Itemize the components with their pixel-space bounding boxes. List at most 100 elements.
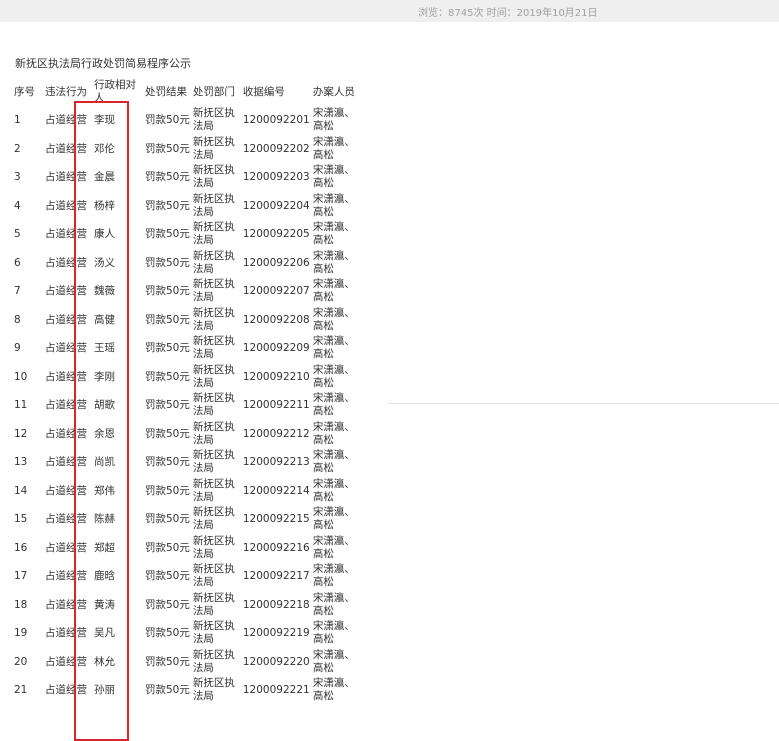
row-receipt: 1200092217 — [242, 570, 310, 582]
row-index: 13 — [14, 456, 28, 468]
row-receipt: 1200092205 — [242, 228, 310, 240]
row-department: 新抚区执法局 — [192, 107, 235, 132]
row-department: 新抚区执法局 — [192, 420, 235, 446]
row-officers: 宋潇瀛、高松 — [312, 278, 355, 303]
row-receipt: 1200092207 — [242, 285, 310, 297]
row-officers: 宋潇瀛、高松 — [312, 192, 355, 218]
row-officers: 宋潇瀛、高松 — [312, 506, 355, 531]
row-officers: 宋潇瀛、高松 — [312, 563, 355, 588]
table-row: 19 占道经营 吴凡 罚款50元 新抚区执法局 1200092219 宋潇瀛、高松 — [11, 620, 362, 649]
row-department: 新抚区执法局 — [192, 534, 235, 560]
row-receipt: 1200092212 — [242, 427, 310, 440]
row-result: 罚款50元 — [145, 513, 190, 525]
row-officers: 宋潇瀛、高松 — [312, 677, 355, 702]
table-row: 10 占道经营 李刚 罚款50元 新抚区执法局 1200092210 宋潇瀛、高松 — [11, 364, 362, 393]
row-result: 罚款50元 — [145, 285, 190, 297]
row-index: 21 — [14, 684, 28, 696]
row-result: 罚款50元 — [145, 456, 190, 468]
table-row: 14 占道经营 郑伟 罚款50元 新抚区执法局 1200092214 宋潇瀛、高松 — [11, 478, 362, 507]
row-result: 罚款50元 — [145, 142, 190, 155]
row-department: 新抚区执法局 — [192, 306, 235, 332]
table-row: 21 占道经营 孙丽 罚款50元 新抚区执法局 1200092221 宋潇瀛、高松 — [11, 677, 362, 706]
row-index: 19 — [14, 627, 28, 639]
row-department: 新抚区执法局 — [192, 249, 235, 275]
row-receipt: 1200092204 — [242, 199, 310, 212]
row-result: 罚款50元 — [145, 484, 190, 497]
row-index: 18 — [14, 598, 28, 611]
row-department: 新抚区执法局 — [192, 620, 235, 645]
row-index: 12 — [14, 427, 28, 440]
row-officers: 宋潇瀛、高松 — [312, 249, 355, 275]
row-officers: 宋潇瀛、高松 — [312, 449, 355, 474]
row-result: 罚款50元 — [145, 313, 190, 326]
row-department: 新抚区执法局 — [192, 164, 235, 189]
table-row: 7 占道经营 魏薇 罚款50元 新抚区执法局 1200092207 宋潇瀛、高松 — [11, 278, 362, 307]
row-officers: 宋潇瀛、高松 — [312, 306, 355, 332]
row-department: 新抚区执法局 — [192, 363, 235, 389]
table-row: 20 占道经营 林允 罚款50元 新抚区执法局 1200092220 宋潇瀛、高松 — [11, 649, 362, 678]
table-row: 2 占道经营 邓伦 罚款50元 新抚区执法局 1200092202 宋潇瀛、高松 — [11, 136, 362, 165]
row-result: 罚款50元 — [145, 627, 190, 639]
table-row: 3 占道经营 金晨 罚款50元 新抚区执法局 1200092203 宋潇瀛、高松 — [11, 164, 362, 193]
highlight-box — [74, 101, 129, 741]
row-index: 5 — [14, 228, 21, 240]
table-row: 16 占道经营 郑超 罚款50元 新抚区执法局 1200092216 宋潇瀛、高松 — [11, 535, 362, 564]
row-index: 17 — [14, 570, 28, 582]
row-result: 罚款50元 — [145, 199, 190, 212]
row-department: 新抚区执法局 — [192, 677, 235, 702]
row-receipt: 1200092219 — [242, 627, 310, 639]
row-department: 新抚区执法局 — [192, 648, 235, 674]
row-department: 新抚区执法局 — [192, 591, 235, 617]
row-department: 新抚区执法局 — [192, 449, 235, 474]
row-officers: 宋潇瀛、高松 — [312, 477, 355, 503]
table-header-row: 序号 违法行为 行政相对人 处罚结果 处罚部门 收据编号 办案人员 — [11, 79, 362, 107]
row-officers: 宋潇瀛、高松 — [312, 591, 355, 617]
row-receipt: 1200092209 — [242, 342, 310, 354]
row-index: 2 — [14, 142, 21, 155]
header-result: 处罚结果 — [145, 86, 187, 98]
divider-line — [388, 403, 779, 404]
row-officers: 宋潇瀛、高松 — [312, 221, 355, 246]
row-index: 1 — [14, 114, 21, 126]
row-receipt: 1200092203 — [242, 171, 310, 183]
row-receipt: 1200092213 — [242, 456, 310, 468]
row-result: 罚款50元 — [145, 684, 190, 696]
row-result: 罚款50元 — [145, 171, 190, 183]
row-result: 罚款50元 — [145, 370, 190, 383]
table-row: 17 占道经营 鹿晗 罚款50元 新抚区执法局 1200092217 宋潇瀛、高松 — [11, 563, 362, 592]
row-receipt: 1200092210 — [242, 370, 310, 383]
row-receipt: 1200092221 — [242, 684, 310, 696]
row-officers: 宋潇瀛、高松 — [312, 363, 355, 389]
row-officers: 宋潇瀛、高松 — [312, 534, 355, 560]
row-result: 罚款50元 — [145, 655, 190, 668]
table-row: 6 占道经营 汤义 罚款50元 新抚区执法局 1200092206 宋潇瀛、高松 — [11, 250, 362, 279]
row-department: 新抚区执法局 — [192, 477, 235, 503]
row-index: 15 — [14, 513, 28, 525]
row-result: 罚款50元 — [145, 114, 190, 126]
row-department: 新抚区执法局 — [192, 335, 235, 360]
row-index: 10 — [14, 370, 28, 383]
row-receipt: 1200092202 — [242, 142, 310, 155]
article-meta: 浏览：8745次 时间：2019年10月21日 — [418, 8, 598, 19]
row-receipt: 1200092220 — [242, 655, 310, 668]
row-index: 3 — [14, 171, 21, 183]
row-department: 新抚区执法局 — [192, 278, 235, 303]
row-officers: 宋潇瀛、高松 — [312, 335, 355, 360]
row-index: 16 — [14, 541, 28, 554]
table-row: 11 占道经营 胡歌 罚款50元 新抚区执法局 1200092211 宋潇瀛、高松 — [11, 392, 362, 421]
table-row: 15 占道经营 陈赫 罚款50元 新抚区执法局 1200092215 宋潇瀛、高松 — [11, 506, 362, 535]
row-officers: 宋潇瀛、高松 — [312, 164, 355, 189]
table-row: 8 占道经营 高健 罚款50元 新抚区执法局 1200092208 宋潇瀛、高松 — [11, 307, 362, 336]
row-index: 14 — [14, 484, 28, 497]
row-department: 新抚区执法局 — [192, 392, 235, 417]
row-index: 9 — [14, 342, 21, 354]
table-row: 5 占道经营 康人 罚款50元 新抚区执法局 1200092205 宋潇瀛、高松 — [11, 221, 362, 250]
row-result: 罚款50元 — [145, 598, 190, 611]
row-result: 罚款50元 — [145, 256, 190, 269]
row-receipt: 1200092208 — [242, 313, 310, 326]
row-department: 新抚区执法局 — [192, 506, 235, 531]
row-receipt: 1200092218 — [242, 598, 310, 611]
table-row: 1 占道经营 李现 罚款50元 新抚区执法局 1200092201 宋潇瀛、高松 — [11, 107, 362, 136]
row-result: 罚款50元 — [145, 399, 190, 411]
row-result: 罚款50元 — [145, 228, 190, 240]
